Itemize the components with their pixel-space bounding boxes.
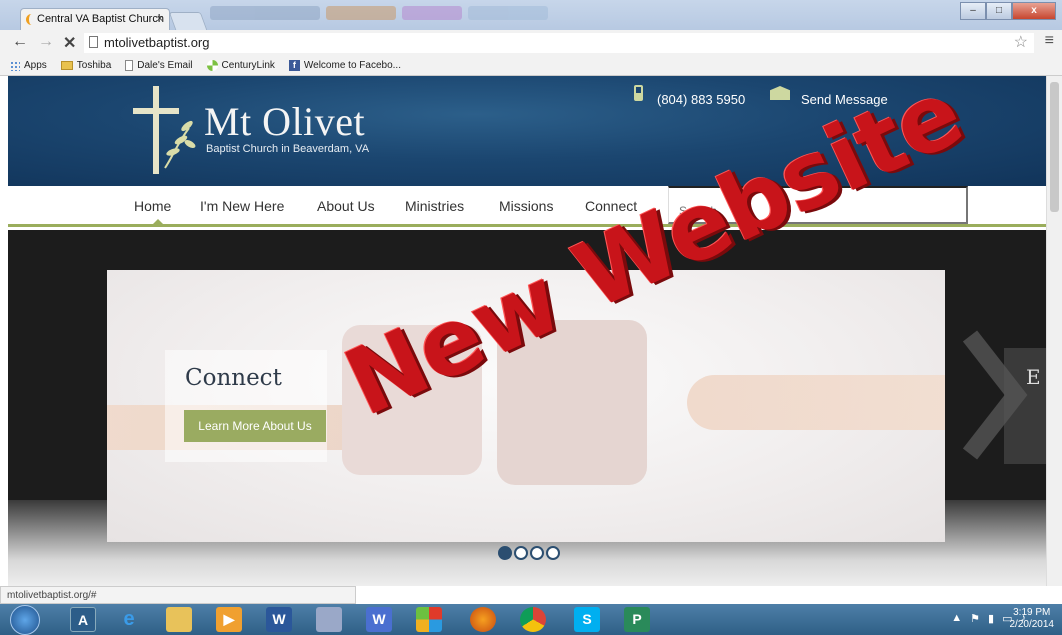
clock[interactable]: 3:19 PM 2/20/2014 bbox=[1010, 607, 1055, 631]
address-bar[interactable]: mtolivetbaptist.org bbox=[84, 33, 1034, 53]
bookmark-label: Welcome to Facebo... bbox=[303, 60, 401, 71]
hand-image-right bbox=[687, 375, 945, 430]
bookmark-toshiba[interactable]: Toshiba bbox=[60, 60, 112, 71]
folder-icon bbox=[60, 61, 73, 70]
bookmark-facebook[interactable]: f Welcome to Facebo... bbox=[288, 60, 401, 71]
logo-subtitle: Baptist Church in Beaverdam, VA bbox=[206, 143, 370, 155]
nav-home[interactable]: Home bbox=[134, 198, 171, 214]
olive-branch-icon bbox=[164, 120, 196, 169]
bookmark-label: Apps bbox=[24, 60, 47, 71]
bookmark-app-icon[interactable]: W bbox=[366, 607, 392, 632]
slider-dot[interactable] bbox=[530, 546, 544, 560]
nav-about-us[interactable]: About Us bbox=[317, 198, 375, 214]
forward-icon[interactable]: → bbox=[38, 33, 54, 51]
back-icon[interactable]: ← bbox=[12, 33, 28, 51]
logo-title[interactable]: Mt Olivet bbox=[204, 98, 365, 145]
chrome-icon[interactable] bbox=[520, 607, 546, 632]
bookmark-centurylink[interactable]: CenturyLink bbox=[206, 60, 275, 71]
media-player-icon[interactable]: ▶ bbox=[216, 607, 242, 632]
bookmark-apps[interactable]: Apps bbox=[10, 60, 47, 71]
browser-menu-icon[interactable]: ≡ bbox=[1045, 32, 1054, 50]
nav-missions[interactable]: Missions bbox=[499, 198, 553, 214]
paint-icon[interactable] bbox=[316, 607, 342, 632]
tab-close-icon[interactable]: × bbox=[157, 13, 163, 25]
cross-logo-bar bbox=[133, 108, 179, 114]
slider-dot[interactable] bbox=[498, 546, 512, 560]
apps-icon bbox=[10, 60, 20, 71]
slider-pagination bbox=[498, 546, 560, 560]
close-window-button[interactable]: x bbox=[1012, 2, 1056, 20]
window-controls: – □ x bbox=[960, 2, 1056, 20]
bookmark-star-icon[interactable]: ☆ bbox=[1014, 32, 1028, 52]
firefox-icon[interactable] bbox=[470, 607, 496, 632]
windows-store-icon[interactable] bbox=[416, 607, 442, 632]
phone-number[interactable]: (804) 883 5950 bbox=[657, 92, 745, 107]
flag-icon[interactable]: ⚑ bbox=[970, 612, 980, 625]
slider-dot[interactable] bbox=[546, 546, 560, 560]
file-explorer-icon[interactable] bbox=[166, 607, 192, 632]
skype-icon[interactable]: S bbox=[574, 607, 600, 632]
status-bar: mtolivetbaptist.org/# bbox=[0, 586, 356, 604]
tab-favicon-icon bbox=[26, 14, 34, 25]
bookmark-label: Dale's Email bbox=[137, 60, 193, 71]
blurred-taskbar-previews bbox=[210, 6, 550, 22]
facebook-icon: f bbox=[288, 60, 300, 71]
slider-dot[interactable] bbox=[514, 546, 528, 560]
window-titlebar: Central VA Baptist Church × – □ x bbox=[0, 0, 1062, 30]
page-icon bbox=[125, 60, 134, 71]
chevron-right-icon[interactable] bbox=[958, 330, 1028, 460]
browser-tab[interactable]: Central VA Baptist Church × bbox=[20, 8, 170, 30]
nav-ministries[interactable]: Ministries bbox=[405, 198, 464, 214]
next-slide-heading: E bbox=[1026, 365, 1041, 389]
mail-icon bbox=[770, 86, 790, 100]
internet-explorer-icon[interactable]: e bbox=[116, 607, 142, 632]
bookmark-dales-email[interactable]: Dale's Email bbox=[125, 60, 193, 71]
active-nav-indicator bbox=[152, 219, 164, 225]
windows-taskbar: A e ▶ W W S P ▲ ⚑ ▮ ▭ ♪ 3:19 PM 2/20/201… bbox=[0, 604, 1062, 635]
publisher-icon[interactable]: P bbox=[624, 607, 650, 632]
learn-more-button[interactable]: Learn More About Us bbox=[184, 410, 326, 442]
maximize-button[interactable]: □ bbox=[986, 2, 1012, 20]
centurylink-icon bbox=[206, 60, 218, 71]
phone-icon bbox=[634, 85, 643, 101]
browser-toolbar: ← → ✕ mtolivetbaptist.org ☆ ≡ bbox=[0, 30, 1062, 56]
clock-date: 2/20/2014 bbox=[1009, 619, 1055, 630]
word-icon[interactable]: W bbox=[266, 607, 292, 632]
url-text: mtolivetbaptist.org bbox=[104, 35, 210, 50]
app-icon[interactable]: A bbox=[70, 607, 96, 632]
tray-arrow-icon[interactable]: ▲ bbox=[951, 612, 962, 625]
stop-icon[interactable]: ✕ bbox=[63, 33, 76, 53]
windows-start-icon[interactable] bbox=[10, 605, 40, 635]
new-tab-button[interactable] bbox=[168, 12, 208, 30]
clock-time: 3:19 PM bbox=[1013, 607, 1051, 618]
tab-title: Central VA Baptist Church bbox=[37, 13, 164, 25]
page-icon bbox=[89, 36, 98, 48]
slide-heading: Connect bbox=[185, 365, 282, 391]
bookmark-label: CenturyLink bbox=[221, 60, 275, 71]
scroll-thumb[interactable] bbox=[1050, 82, 1059, 212]
cross-logo-icon[interactable] bbox=[153, 86, 159, 174]
page-scrollbar[interactable] bbox=[1046, 76, 1062, 586]
minimize-button[interactable]: – bbox=[960, 2, 986, 20]
nav-im-new-here[interactable]: I'm New Here bbox=[200, 198, 284, 214]
bookmark-label: Toshiba bbox=[76, 60, 112, 71]
power-icon[interactable]: ▮ bbox=[988, 612, 994, 625]
